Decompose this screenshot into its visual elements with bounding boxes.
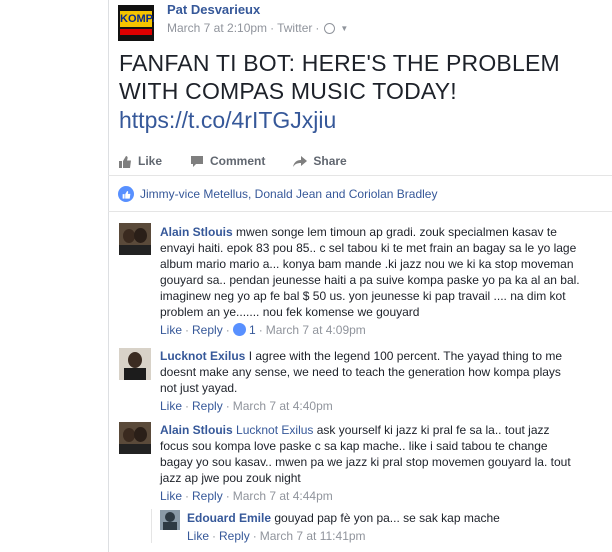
post-actions: Like Comment Share xyxy=(118,150,598,172)
avatar[interactable] xyxy=(119,348,151,380)
comment-author[interactable]: Alain Stlouis xyxy=(160,225,233,239)
comment-like-link[interactable]: Like xyxy=(160,323,182,337)
comment-mention[interactable]: Lucknot Exilus xyxy=(236,423,313,437)
like-reaction-icon xyxy=(232,323,246,336)
comment-timestamp[interactable]: March 7 at 11:41pm xyxy=(260,529,366,543)
share-icon xyxy=(293,155,308,167)
post-link[interactable]: https://t.co/4rITGJxjiu xyxy=(119,106,336,134)
reply-thread-line xyxy=(151,509,152,543)
comment-author[interactable]: Lucknot Exilus xyxy=(160,349,245,363)
divider xyxy=(108,211,612,212)
post-source[interactable]: Twitter xyxy=(277,21,312,35)
comment-author[interactable]: Alain Stlouis xyxy=(160,423,233,437)
post-text: FANFAN TI BOT: HERE'S THE PROBLEM WITH C… xyxy=(119,50,560,104)
avatar[interactable] xyxy=(119,223,151,255)
meta-separator: · xyxy=(270,21,275,35)
globe-icon[interactable] xyxy=(324,22,336,34)
comment-text: mwen songe lem timoun ap gradi. zouk spe… xyxy=(160,225,580,319)
comment: Lucknot Exilus I agree with the legend 1… xyxy=(160,348,580,414)
comment-reply-link[interactable]: Reply xyxy=(219,529,250,543)
avatar[interactable] xyxy=(119,422,151,454)
post-meta: March 7 at 2:10pm · Twitter · ▼ xyxy=(167,21,348,35)
chevron-down-icon[interactable]: ▼ xyxy=(340,24,348,33)
comment-reply-link[interactable]: Reply xyxy=(192,323,223,337)
comment-timestamp[interactable]: March 7 at 4:44pm xyxy=(233,489,333,503)
thumbs-up-icon xyxy=(119,155,131,168)
comment-like-link[interactable]: Like xyxy=(160,489,182,503)
avatar[interactable] xyxy=(160,510,180,530)
likes-summary[interactable]: Jimmy-vice Metellus, Donald Jean and Cor… xyxy=(118,186,437,202)
comment: Alain Stlouis Lucknot Exilus ask yoursel… xyxy=(160,422,580,504)
like-button[interactable]: Like xyxy=(118,150,162,172)
comment-button[interactable]: Comment xyxy=(190,150,265,172)
comment-like-link[interactable]: Like xyxy=(160,399,182,413)
comment-icon xyxy=(191,155,204,167)
post-author[interactable]: Pat Desvarieux xyxy=(167,2,260,17)
comment-timestamp[interactable]: March 7 at 4:09pm xyxy=(266,323,366,337)
comment-author[interactable]: Edouard Emile xyxy=(187,511,271,525)
comment-like-link[interactable]: Like xyxy=(187,529,209,543)
comment-reply-link[interactable]: Reply xyxy=(192,489,223,503)
like-reaction-icon xyxy=(118,186,134,202)
comment-actions: Like · Reply · March 7 at 11:41pm xyxy=(187,529,366,543)
comment-label: Comment xyxy=(210,154,266,168)
share-button[interactable]: Share xyxy=(293,150,347,172)
kompa-logo: KOMPA xyxy=(120,11,154,27)
left-gutter xyxy=(0,0,108,552)
comment-actions: Like · Reply · 1 · March 7 at 4:09pm xyxy=(160,323,366,337)
comment: Alain Stlouis mwen songe lem timoun ap g… xyxy=(160,224,580,338)
divider xyxy=(108,175,612,176)
like-label: Like xyxy=(138,154,163,168)
post-timestamp[interactable]: March 7 at 2:10pm xyxy=(167,21,267,35)
likers-text[interactable]: Jimmy-vice Metellus, Donald Jean and Cor… xyxy=(140,187,437,201)
comment-like-count[interactable]: 1 xyxy=(249,323,256,337)
comment-actions: Like · Reply · March 7 at 4:40pm xyxy=(160,399,333,413)
reply-comment: Edouard Emile gouyad pap fè yon pa... se… xyxy=(187,510,587,544)
comment-timestamp[interactable]: March 7 at 4:40pm xyxy=(233,399,333,413)
comment-reply-link[interactable]: Reply xyxy=(192,399,223,413)
logo-stripe xyxy=(120,29,152,35)
comment-text: gouyad pap fè yon pa... se sak kap mache xyxy=(274,511,500,525)
meta-separator: · xyxy=(315,21,320,35)
comment-actions: Like · Reply · March 7 at 4:44pm xyxy=(160,489,333,503)
page-avatar[interactable]: KOMPA xyxy=(118,5,154,41)
share-label: Share xyxy=(313,154,347,168)
